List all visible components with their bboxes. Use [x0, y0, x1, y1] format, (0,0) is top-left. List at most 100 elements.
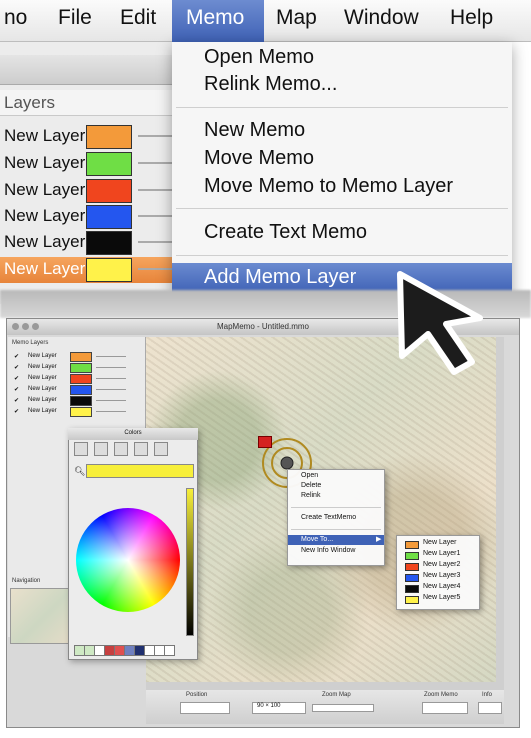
sliders-tab-icon[interactable]: [94, 442, 108, 456]
sidebar-layer-swatch[interactable]: [70, 385, 92, 395]
layer-color-swatch[interactable]: [86, 179, 132, 203]
vertical-scrollbar[interactable]: [496, 337, 504, 682]
sidebar-layer-swatch[interactable]: [70, 407, 92, 417]
sidebar-layer-slider[interactable]: [96, 378, 126, 379]
ctx-delete[interactable]: Delete: [301, 482, 321, 489]
sidebar-layer-slider[interactable]: [96, 356, 126, 357]
submenu-layer-item[interactable]: New Layer4: [401, 583, 477, 593]
checkbox-icon[interactable]: ✔: [14, 397, 19, 404]
ctx-create-text-memo[interactable]: Create TextMemo: [301, 514, 356, 521]
layer-opacity-slider[interactable]: [138, 189, 172, 191]
submenu-swatch: [405, 574, 419, 582]
submenu-layer-item[interactable]: New Layer5: [401, 594, 477, 604]
layer-row[interactable]: New Layer: [0, 178, 172, 204]
minimize-window-icon[interactable]: [22, 323, 29, 330]
menu-item-open-memo[interactable]: Open Memo: [204, 46, 314, 69]
sidebar-layer-row[interactable]: ✔ New Layer: [10, 352, 130, 362]
sidebar-layer-label: New Layer: [28, 397, 57, 403]
menu-item-move-memo[interactable]: Move Memo: [204, 147, 314, 170]
menu-item-relink-memo[interactable]: Relink Memo...: [204, 73, 337, 96]
sidebar-layer-slider[interactable]: [96, 411, 126, 412]
sidebar-layer-swatch[interactable]: [70, 363, 92, 373]
layer-row[interactable]: New Layer: [0, 124, 172, 150]
menu-edit[interactable]: Edit: [120, 6, 156, 30]
submenu-layer-item[interactable]: New Layer1: [401, 550, 477, 560]
sidebar-layer-slider[interactable]: [96, 367, 126, 368]
ctx-move-to[interactable]: Move To...: [301, 536, 333, 543]
submenu-layer-item[interactable]: New Layer: [401, 539, 477, 549]
color-wheel-tab-icon[interactable]: [74, 442, 88, 456]
pointer-arrow-icon: [397, 271, 483, 375]
sidebar-layer-row[interactable]: ✔ New Layer: [10, 396, 130, 406]
menu-window[interactable]: Window: [344, 6, 419, 30]
submenu-layer-label: New Layer4: [423, 583, 461, 590]
checkbox-icon[interactable]: ✔: [14, 386, 19, 393]
sidebar-layer-swatch[interactable]: [70, 396, 92, 406]
sidebar-layer-slider[interactable]: [96, 389, 126, 390]
checkbox-icon[interactable]: ✔: [14, 353, 19, 360]
memo-pin-icon[interactable]: [258, 436, 272, 448]
layer-color-swatch[interactable]: [86, 205, 132, 229]
ctx-new-info-window[interactable]: New Info Window: [301, 547, 355, 554]
image-palettes-tab-icon[interactable]: [134, 442, 148, 456]
menu-file[interactable]: File: [58, 6, 92, 30]
layer-opacity-slider[interactable]: [138, 241, 172, 243]
sidebar-layer-slider[interactable]: [96, 400, 126, 401]
favorite-swatch[interactable]: [164, 645, 175, 656]
layer-opacity-slider[interactable]: [138, 268, 172, 270]
palettes-tab-icon[interactable]: [114, 442, 128, 456]
layer-row[interactable]: New Layer: [0, 204, 172, 230]
layer-opacity-slider[interactable]: [138, 162, 172, 164]
menu-item-add-memo-layer[interactable]: Add Memo Layer: [204, 266, 356, 289]
crayons-tab-icon[interactable]: [154, 442, 168, 456]
layer-color-swatch[interactable]: [86, 125, 132, 149]
zoom-map-slider[interactable]: [312, 704, 374, 712]
menu-item-new-memo[interactable]: New Memo: [204, 119, 305, 142]
checkbox-icon[interactable]: ✔: [14, 408, 19, 415]
sidebar-layer-row[interactable]: ✔ New Layer: [10, 363, 130, 373]
menu-help[interactable]: Help: [450, 6, 493, 30]
position-field[interactable]: [180, 702, 230, 714]
submenu-layer-item[interactable]: New Layer3: [401, 572, 477, 582]
layer-row[interactable]: New Layer: [0, 151, 172, 177]
menu-separator: [176, 208, 508, 209]
sidebar-layer-label: New Layer: [28, 408, 57, 414]
checkbox-icon[interactable]: ✔: [14, 375, 19, 382]
menu-memo[interactable]: Memo: [186, 6, 244, 30]
layer-label: New Layer: [4, 180, 86, 199]
menu-map[interactable]: Map: [276, 6, 317, 30]
info-button[interactable]: [478, 702, 502, 714]
brightness-slider[interactable]: [186, 488, 194, 636]
layer-color-swatch[interactable]: [86, 152, 132, 176]
ctx-relink[interactable]: Relink: [301, 492, 320, 499]
checkbox-icon[interactable]: ✔: [14, 364, 19, 371]
menu-separator: [176, 107, 508, 108]
menu-item-create-text-memo[interactable]: Create Text Memo: [204, 221, 367, 244]
sidebar-layer-row[interactable]: ✔ New Layer: [10, 385, 130, 395]
horizontal-scrollbar[interactable]: [146, 682, 504, 690]
menu-item-move-memo-to-layer[interactable]: Move Memo to Memo Layer: [204, 175, 453, 198]
layer-row-selected[interactable]: New Layer: [0, 257, 172, 283]
color-wheel[interactable]: [76, 508, 180, 612]
submenu-swatch: [405, 563, 419, 571]
ctx-open[interactable]: Open: [301, 472, 318, 479]
sidebar-layer-swatch[interactable]: [70, 352, 92, 362]
size-field[interactable]: 90 × 100: [252, 702, 306, 714]
zoom-memo-buttons[interactable]: [422, 702, 468, 714]
menu-app[interactable]: no: [4, 6, 27, 30]
sidebar-layer-label: New Layer: [28, 353, 57, 359]
menu-separator: [291, 507, 381, 508]
layer-row[interactable]: New Layer: [0, 230, 172, 256]
layer-color-swatch[interactable]: [86, 258, 132, 282]
layer-color-swatch[interactable]: [86, 231, 132, 255]
zoom-window-icon[interactable]: [32, 323, 39, 330]
info-label: Info: [482, 692, 493, 698]
layer-opacity-slider[interactable]: [138, 215, 172, 217]
layer-opacity-slider[interactable]: [138, 135, 172, 137]
sidebar-layer-swatch[interactable]: [70, 374, 92, 384]
sidebar-layer-row[interactable]: ✔ New Layer: [10, 374, 130, 384]
close-window-icon[interactable]: [12, 323, 19, 330]
submenu-layer-item[interactable]: New Layer2: [401, 561, 477, 571]
sidebar-layer-row[interactable]: ✔ New Layer: [10, 407, 130, 417]
magnifier-icon[interactable]: 🔍︎: [74, 466, 85, 476]
